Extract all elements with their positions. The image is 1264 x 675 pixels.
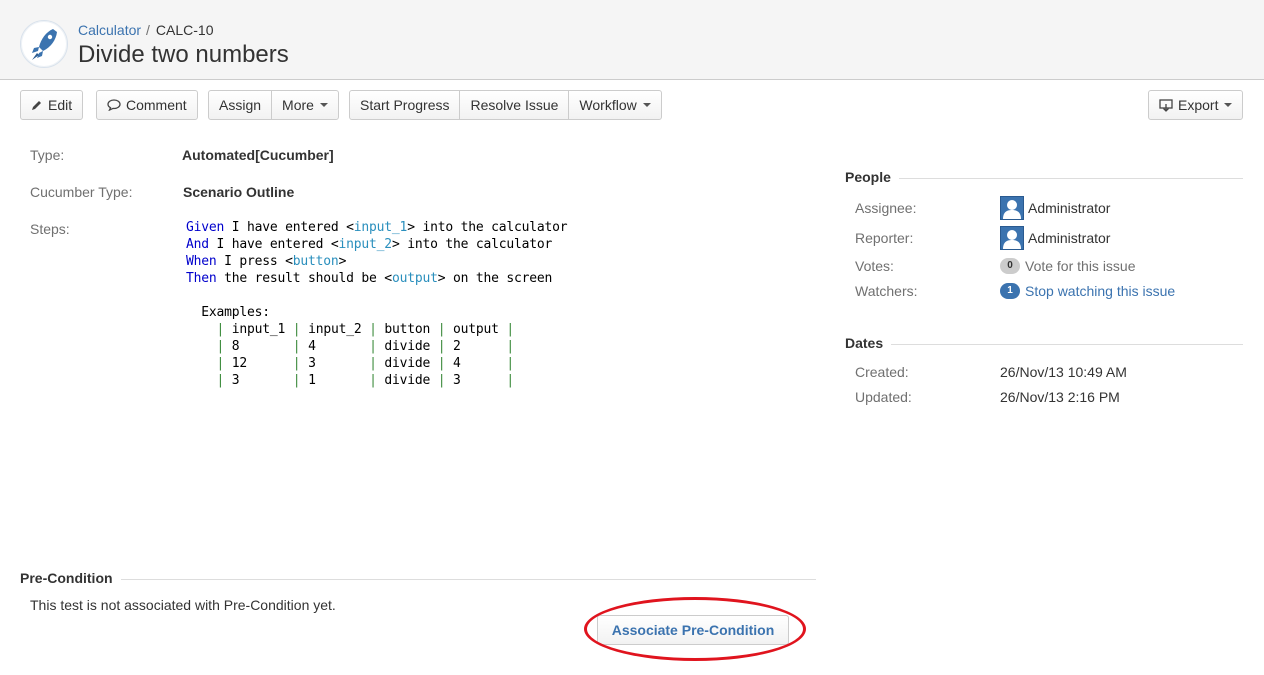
assignee-label: Assignee: [855,200,917,216]
votes-count-badge: 0 [1000,258,1020,274]
examples-cell: 1 [300,373,370,388]
examples-row: | 8 | 4 | divide | 2 | [216,339,515,354]
step-line: Given I have entered <input_1> into the … [186,220,568,235]
reporter-name: Administrator [1028,230,1111,246]
examples-label: Examples: [186,305,270,320]
edit-label: Edit [48,97,73,113]
updated-label: Updated: [855,389,912,405]
user-avatar-icon [1000,196,1024,220]
breadcrumb-project-link[interactable]: Calculator [78,22,141,38]
examples-cell: input_1 [224,322,293,337]
highlight-ring-annotation [584,597,806,661]
dates-divider [845,344,1243,345]
examples-header-row: | input_1 | input_2 | button | output | [216,322,515,337]
examples-cell: 3 [445,373,507,388]
chevron-down-icon [642,103,651,107]
comment-label: Comment [126,97,187,113]
workflow-group: Start Progress Resolve Issue Workflow [349,90,662,120]
examples-cell: 4 [300,339,370,354]
examples-cell: 8 [224,339,293,354]
step-line: When I press <button> [186,254,347,269]
precondition-heading: Pre-Condition [20,570,121,586]
vote-link[interactable]: Vote for this issue [1025,258,1136,274]
breadcrumb-separator: / [146,22,150,38]
breadcrumb-issue-key[interactable]: CALC-10 [156,22,214,38]
people-divider [845,178,1243,179]
type-value: Automated[Cucumber] [182,147,334,163]
precondition-divider [20,579,816,580]
assign-more-group: Assign More [208,90,339,120]
speech-bubble-icon [107,99,121,111]
created-label: Created: [855,364,909,380]
watchers-value: 1 Stop watching this issue [1000,283,1175,299]
step-line: And I have entered <input_2> into the ca… [186,237,553,252]
reporter-value[interactable]: Administrator [1000,226,1110,250]
created-value: 26/Nov/13 10:49 AM [1000,364,1127,380]
assignee-value[interactable]: Administrator [1000,196,1110,220]
cucumber-type-label: Cucumber Type: [30,184,133,200]
dates-heading: Dates [845,335,892,351]
examples-cell: 12 [224,356,293,371]
examples-cell: output [445,322,507,337]
start-progress-button[interactable]: Start Progress [350,91,459,119]
more-label: More [282,97,314,113]
watchers-label: Watchers: [855,283,918,299]
examples-cell: 4 [445,356,507,371]
comment-button[interactable]: Comment [97,91,197,119]
workflow-label: Workflow [579,97,637,113]
votes-label: Votes: [855,258,894,274]
assignee-name: Administrator [1028,200,1111,216]
comment-group: Comment [96,90,198,120]
breadcrumb: Calculator / CALC-10 [78,22,214,38]
resolve-issue-button[interactable]: Resolve Issue [459,91,568,119]
assign-button[interactable]: Assign [209,91,271,119]
examples-cell: input_2 [300,322,370,337]
edit-button[interactable]: Edit [21,91,82,119]
stop-watching-link[interactable]: Stop watching this issue [1025,283,1175,299]
user-avatar-icon [1000,226,1024,250]
workflow-button[interactable]: Workflow [568,91,660,119]
page-title: Divide two numbers [78,41,289,68]
examples-row: | 12 | 3 | divide | 4 | [216,356,515,371]
edit-group: Edit [20,90,84,120]
project-avatar[interactable] [20,20,68,68]
examples-cell: 3 [300,356,370,371]
rocket-icon [32,29,57,60]
step-line: Then the result should be <output> on th… [186,271,553,286]
export-group: Export [1148,90,1244,120]
export-button[interactable]: Export [1149,91,1242,119]
examples-cell: divide [376,356,438,371]
examples-cell: divide [376,373,438,388]
chevron-down-icon [1224,103,1233,107]
steps-label: Steps: [30,221,70,237]
examples-cell: divide [376,339,438,354]
steps-code-block: Given I have entered <input_1> into the … [186,219,568,389]
votes-value: 0 Vote for this issue [1000,258,1136,274]
people-heading: People [845,169,899,185]
reporter-label: Reporter: [855,230,914,246]
examples-cell: button [376,322,438,337]
cucumber-type-value: Scenario Outline [183,184,295,200]
chevron-down-icon [319,103,328,107]
export-icon [1159,98,1173,112]
issue-header: Calculator / CALC-10 Divide two numbers [0,0,1264,80]
examples-row: | 3 | 1 | divide | 3 | [216,373,515,388]
examples-cell: 3 [224,373,293,388]
export-label: Export [1178,97,1219,113]
type-label: Type: [30,147,65,163]
examples-cell: 2 [445,339,507,354]
updated-value: 26/Nov/13 2:16 PM [1000,389,1120,405]
precondition-empty-text: This test is not associated with Pre-Con… [30,597,336,613]
pencil-icon [31,99,43,111]
watchers-count-badge[interactable]: 1 [1000,283,1020,299]
more-button[interactable]: More [271,91,338,119]
examples-table: | input_1 | input_2 | button | output | … [186,321,567,389]
